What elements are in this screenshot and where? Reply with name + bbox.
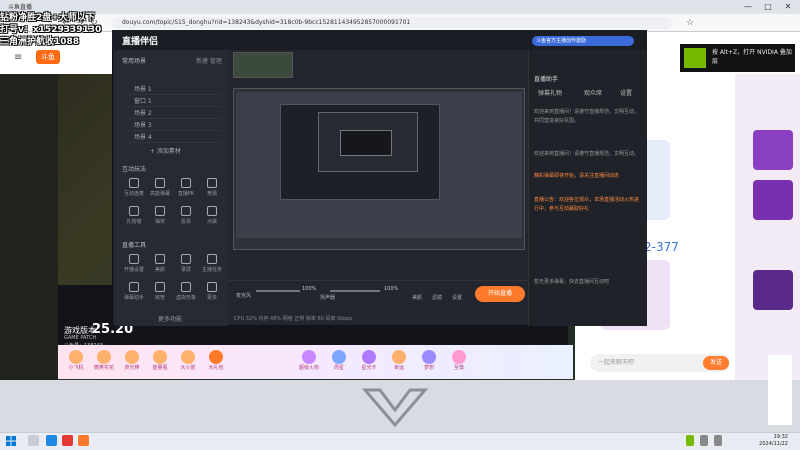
speaker-label: 扬声器 (320, 295, 336, 301)
live-tool-button[interactable]: 录屏 (176, 254, 196, 276)
companion-app-icon[interactable] (78, 435, 89, 446)
chat-notice: 欢迎来到直播间！请遵守直播规范，文明互动，共同营造良好氛围。 (534, 109, 640, 124)
tool-button[interactable]: 点歌 (202, 206, 222, 228)
status-bar: CPU 32% 内存 48% 网络 正常 帧率 60 码率 0kbps (234, 316, 353, 322)
tab-settings[interactable]: 设置 (620, 88, 632, 97)
beauty-tool[interactable]: 美颜 (412, 294, 422, 301)
side-toolbar (768, 355, 792, 425)
scene-item[interactable]: 场景 2 (124, 108, 222, 119)
game-minimap-area (0, 74, 58, 380)
tool-button[interactable]: 投票 (176, 206, 196, 228)
activity-banner[interactable] (753, 180, 793, 220)
browser-tab-bar: 斗鱼直播 — □ ✕ (0, 0, 800, 14)
menu-icon[interactable]: ≡ (14, 52, 22, 63)
gift-item[interactable]: 微笑花花 (90, 350, 118, 376)
scene-actions[interactable]: 新建 管理 (196, 56, 222, 65)
live-tool-button[interactable]: 美颜 (150, 254, 170, 276)
close-window-button[interactable]: ✕ (780, 1, 796, 13)
network-icon[interactable] (700, 435, 708, 446)
creator-incentive-pill[interactable]: 斗鱼官方主播创作激励 (532, 36, 634, 46)
volume-icon[interactable] (714, 435, 722, 446)
activity-banner[interactable] (753, 270, 793, 310)
tool-button[interactable]: 高能弹幕 (150, 178, 170, 200)
gift-item[interactable]: 超级火箭 (295, 350, 323, 376)
assistant-header: 直播助手 (534, 76, 559, 83)
tools-header: 互动玩法 (122, 166, 147, 173)
gift-item[interactable]: 大礼包 (202, 350, 230, 376)
scene-item[interactable]: 场景 4 (124, 132, 222, 143)
activity-sidebar (735, 74, 800, 380)
worlds-trophy-logo (361, 388, 429, 428)
activity-banner[interactable] (753, 130, 793, 170)
chat-notice: 欢迎来到直播间！请遵守直播规范，文明互动。 (534, 151, 640, 157)
gift-item[interactable]: 幸运 (385, 350, 413, 376)
app-title: 直播伴侣 (122, 37, 159, 47)
source-thumbnail[interactable] (233, 52, 293, 78)
stream-watermark: 钻粉净胜2盘+大师以下 打号v：x1529339130 三角洲护航收1088 (0, 13, 102, 47)
live-tool-button[interactable]: 开播设置 (124, 254, 144, 276)
chat-highlight: 精彩弹幕即将开始，请关注直播间动态 (534, 173, 620, 179)
live-tool-button[interactable]: 房管 (150, 282, 170, 304)
tool-button[interactable]: 互动连麦 (124, 178, 144, 200)
gift-item[interactable]: 小飞机 (62, 350, 90, 376)
gift-item[interactable]: 梦想 (415, 350, 443, 376)
douyu-logo[interactable]: 斗鱼 (36, 50, 60, 64)
edge-browser-icon[interactable] (46, 435, 57, 446)
nvidia-tray-icon[interactable] (686, 435, 694, 446)
add-source-button[interactable]: + 添加素材 (150, 146, 181, 155)
bookmark-star-icon[interactable]: ☆ (684, 17, 696, 29)
maximize-button[interactable]: □ (760, 1, 776, 13)
tab-danmaku[interactable]: 弹幕礼物 (538, 88, 562, 97)
live-tool-button[interactable]: 主播任务 (202, 254, 222, 276)
scene-item[interactable]: 场景 1 (124, 84, 222, 95)
mic-volume-slider[interactable] (256, 290, 300, 292)
tool-button[interactable]: 竞猜 (202, 178, 222, 200)
live-tools-header: 直播工具 (122, 242, 147, 249)
gift-item[interactable]: 大火箭 (174, 350, 202, 376)
windows-start-icon[interactable] (6, 436, 16, 446)
other-volume: 100% (384, 286, 399, 292)
gift-item[interactable]: 荧光棒 (118, 350, 146, 376)
tool-button[interactable]: 直播PK (176, 178, 196, 200)
filter-tool[interactable]: 滤镜 (432, 294, 442, 301)
scene-item[interactable]: 窗口 1 (124, 96, 222, 107)
settings-tool[interactable]: 设置 (452, 294, 462, 301)
gift-item[interactable]: 至尊 (445, 350, 473, 376)
rank-number: 2-377 (644, 240, 679, 254)
taskbar (0, 432, 800, 450)
gift-item[interactable]: 星光卡 (355, 350, 383, 376)
app-icon[interactable] (62, 435, 73, 446)
chat-footer: 暂无更多弹幕，快去直播间互动吧 (534, 279, 610, 285)
assistant-tabs: 弹幕礼物 观众席 设置 (532, 88, 642, 100)
tab-audience[interactable]: 观众席 (584, 88, 602, 97)
gift-item[interactable]: 周星 (325, 350, 353, 376)
nvidia-logo-icon (684, 48, 706, 68)
more-functions-button[interactable]: 更多功能 (158, 314, 182, 323)
live-tool-button[interactable]: 弹幕助手 (124, 282, 144, 304)
send-button[interactable]: 发送 (703, 356, 729, 370)
speaker-volume-slider[interactable] (330, 290, 380, 292)
live-tool-button[interactable]: 虚拟形象 (176, 282, 196, 304)
tool-button[interactable]: 抽奖 (150, 206, 170, 228)
scene-header: 常用场景 (122, 58, 147, 65)
clock[interactable]: 19:32 2024/11/22 (748, 434, 788, 448)
browser-tab[interactable]: 斗鱼直播 (8, 2, 32, 11)
search-icon[interactable] (28, 435, 39, 446)
live-tool-button[interactable]: 更多 (202, 282, 222, 304)
nvidia-text: 按 Alt+Z，打开 NVIDIA 叠加层 (712, 49, 792, 65)
scene-item[interactable]: 场景 3 (124, 120, 222, 131)
gift-item[interactable]: 能量瓶 (146, 350, 174, 376)
mic-volume: 100% (302, 286, 317, 292)
nested-capture (340, 130, 392, 156)
chat-highlight: 直播公告：欢迎各位观众，本场直播活动火热进行中，参与互动赢取好礼 (534, 197, 640, 212)
minimize-button[interactable]: — (740, 1, 756, 13)
url-input[interactable]: douyu.com/topic/S15_donghu?rid=138243&dy… (112, 17, 672, 29)
start-live-button[interactable]: 开始直播 (475, 286, 525, 302)
mic-label: 麦克风 (236, 293, 252, 299)
tool-button[interactable]: 礼物墙 (124, 206, 144, 228)
